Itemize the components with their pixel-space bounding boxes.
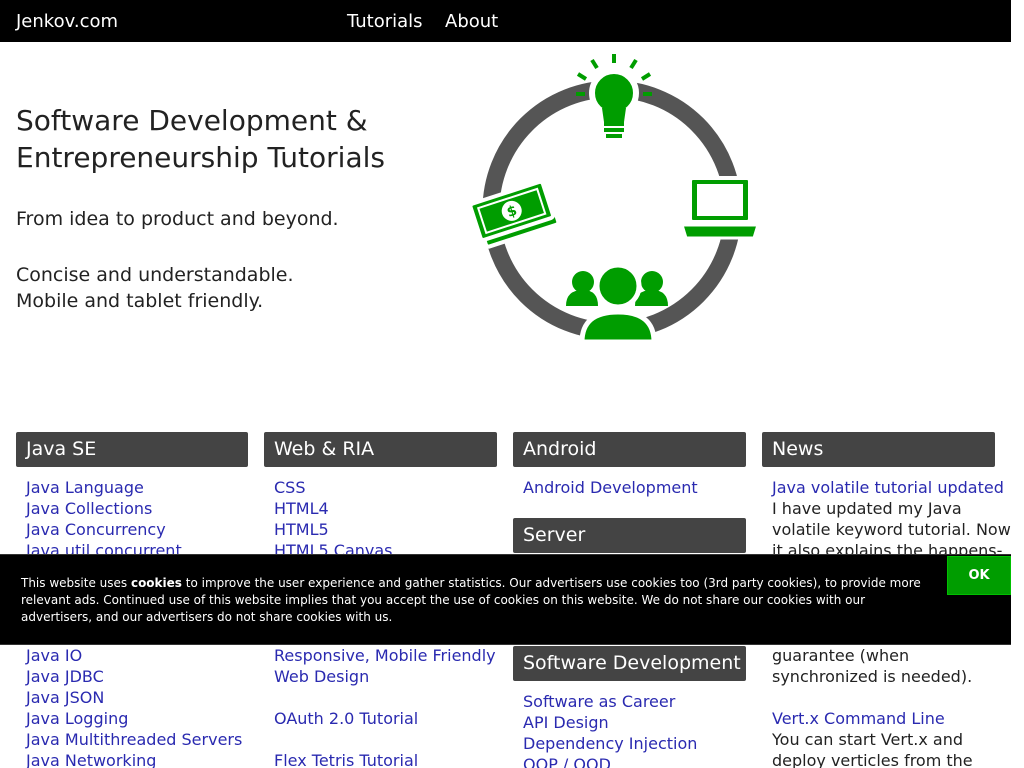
java-se-link-list: Java Language Java Collections Java Conc…	[16, 477, 248, 561]
hero-title-line-1: Software Development &	[16, 104, 368, 137]
android-section: Android Android Development Server Softw…	[513, 432, 746, 768]
web-ria-link-list-lower: Responsive, Mobile Friendly Web Design O…	[264, 645, 496, 768]
list-spacer	[274, 687, 496, 708]
list-item: CSS	[274, 477, 497, 498]
news-text-line: volatile keyword tutorial. Now	[772, 520, 1011, 539]
web-design-link[interactable]: Web Design	[274, 667, 369, 686]
java-networking-link[interactable]: Java Networking	[26, 751, 156, 768]
android-development-link[interactable]: Android Development	[523, 478, 698, 497]
web-ria-section: Web & RIA CSS HTML4 HTML5 HTML5 Canvas R…	[264, 432, 497, 768]
responsive-mobile-friendly-link[interactable]: Responsive, Mobile Friendly	[274, 646, 496, 665]
java-concurrency-link[interactable]: Java Concurrency	[26, 520, 166, 539]
nav-tutorials-link[interactable]: Tutorials	[347, 11, 423, 32]
list-item: Java JDBC	[26, 666, 242, 687]
oauth-tutorial-link[interactable]: OAuth 2.0 Tutorial	[274, 709, 418, 728]
web-ria-header: Web & RIA	[264, 432, 497, 467]
software-as-career-link[interactable]: Software as Career	[523, 692, 675, 711]
list-item: Java Logging	[26, 708, 242, 729]
nav-about-link[interactable]: About	[445, 11, 498, 32]
android-link-list: Android Development	[513, 477, 746, 498]
list-item: Web Design	[274, 666, 496, 687]
money-icon: $	[468, 179, 561, 249]
cookie-text-pre: This website uses	[21, 576, 131, 590]
list-item: Java Language	[26, 477, 248, 498]
java-multithreaded-servers-link[interactable]: Java Multithreaded Servers	[26, 730, 242, 749]
news-text-line: I have updated my Java	[772, 499, 962, 518]
list-item: Software as Career	[523, 691, 697, 712]
list-item: Android Development	[523, 477, 746, 498]
news-item-1-continued: guarantee (when synchronized is needed).…	[762, 645, 973, 768]
list-item: OOP / OOD	[523, 754, 697, 768]
list-item: Java Collections	[26, 498, 248, 519]
list-item: Flex Tetris Tutorial	[274, 750, 496, 768]
list-item: Java Concurrency	[26, 519, 248, 540]
news-text-line: deploy verticles from the	[772, 751, 973, 768]
html5-link[interactable]: HTML5	[274, 520, 329, 539]
list-item: HTML5	[274, 519, 497, 540]
flex-tetris-tutorial-link[interactable]: Flex Tetris Tutorial	[274, 751, 418, 768]
list-item: Java IO	[26, 645, 242, 666]
list-item: Java Networking	[26, 750, 242, 768]
news-text-line: guarantee (when	[772, 646, 910, 665]
java-language-link[interactable]: Java Language	[26, 478, 144, 497]
news-section: News Java volatile tutorial updated I ha…	[762, 432, 1011, 768]
java-logging-link[interactable]: Java Logging	[26, 709, 128, 728]
news-java-volatile-link[interactable]: Java volatile tutorial updated	[772, 478, 1004, 497]
hero-title: Software Development & Entrepreneurship …	[16, 102, 436, 176]
java-collections-link[interactable]: Java Collections	[26, 499, 152, 518]
page: Jenkov.com Tutorials About Software Deve…	[0, 0, 1024, 768]
list-spacer	[772, 687, 973, 708]
software-development-link-list: Software as Career API Design Dependency…	[513, 691, 697, 768]
cookie-text-bold: cookies	[130, 576, 182, 590]
list-item: Java Multithreaded Servers	[26, 729, 242, 750]
list-item: OAuth 2.0 Tutorial	[274, 708, 496, 729]
top-nav: Jenkov.com Tutorials About	[0, 0, 1011, 42]
list-item: Dependency Injection	[523, 733, 697, 754]
list-item: Vert.x Command Line	[772, 708, 973, 729]
hero-illustration: $	[468, 54, 761, 345]
laptop-icon	[679, 176, 761, 240]
api-design-link[interactable]: API Design	[523, 713, 609, 732]
news-vertx-command-line-link[interactable]: Vert.x Command Line	[772, 709, 945, 728]
hero-description-2: Mobile and tablet friendly.	[16, 290, 264, 312]
html4-link[interactable]: HTML4	[274, 499, 329, 518]
news-text-line: synchronized is needed).	[772, 667, 973, 686]
hero-description-1: Concise and understandable.	[16, 264, 294, 286]
dependency-injection-link[interactable]: Dependency Injection	[523, 734, 697, 753]
android-header: Android	[513, 432, 746, 467]
hero-tagline: From idea to product and beyond.	[16, 208, 339, 230]
java-se-link-list-lower: Java IO Java JDBC Java JSON Java Logging…	[16, 645, 242, 768]
list-item: Java volatile tutorial updated	[772, 477, 1004, 498]
list-item: Responsive, Mobile Friendly	[274, 645, 496, 666]
news-item-1: Java volatile tutorial updated I have up…	[762, 477, 1011, 561]
news-header: News	[762, 432, 995, 467]
cookie-banner: This website uses cookies to improve the…	[0, 554, 1011, 645]
java-jdbc-link[interactable]: Java JDBC	[26, 667, 104, 686]
cookie-message: This website uses cookies to improve the…	[21, 575, 921, 626]
cookie-ok-button[interactable]: OK	[947, 556, 1011, 595]
users-icon	[566, 262, 668, 345]
news-text-line: You can start Vert.x and	[772, 730, 963, 749]
list-item: HTML4	[274, 498, 497, 519]
list-item: API Design	[523, 712, 697, 733]
software-development-header: Software Development	[513, 646, 746, 681]
css-link[interactable]: CSS	[274, 478, 305, 497]
java-se-header: Java SE	[16, 432, 248, 467]
list-item: Java JSON	[26, 687, 242, 708]
server-header: Server	[513, 518, 746, 553]
hero-title-line-2: Entrepreneurship Tutorials	[16, 141, 385, 174]
site-brand-link[interactable]: Jenkov.com	[16, 11, 118, 32]
java-io-link[interactable]: Java IO	[26, 646, 82, 665]
list-spacer	[274, 729, 496, 750]
java-se-section: Java SE Java Language Java Collections J…	[16, 432, 248, 768]
java-json-link[interactable]: Java JSON	[26, 688, 104, 707]
oop-ood-link[interactable]: OOP / OOD	[523, 755, 611, 768]
web-ria-link-list: CSS HTML4 HTML5 HTML5 Canvas	[264, 477, 497, 561]
